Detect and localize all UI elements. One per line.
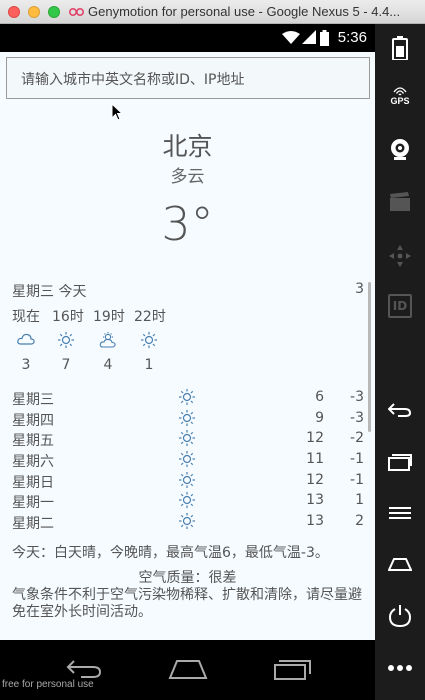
forecast-high: 9 [315,409,324,426]
forecast-low: -1 [350,471,364,488]
forecast-row: 星期日 12 -1 [12,470,364,491]
minimize-window-button[interactable] [28,6,40,18]
sun-icon [179,513,195,530]
sun-icon [179,492,195,509]
more-options-icon[interactable] [388,664,412,672]
current-temperature: 3° [161,197,214,251]
city-name: 北京 [162,132,213,161]
hourly-temp: 1 [144,357,154,373]
gps-icon [393,87,407,96]
battery-icon [320,30,329,46]
forecast-low: 1 [355,492,364,509]
zoom-window-button[interactable] [48,6,60,18]
back-icon[interactable] [388,402,412,418]
hourly-label: 22时 [134,309,166,325]
forecast-high: 12 [306,471,324,488]
status-time: 5:36 [337,29,367,46]
today-label: 星期三 今天 [12,284,87,300]
sun-icon [179,430,195,447]
nav-recents-icon[interactable] [274,658,312,680]
forecast-low: -3 [350,389,364,405]
menu-icon[interactable] [388,506,412,520]
emulator-side-panel: GPS ID [375,24,425,700]
forecast-high: 12 [306,430,324,447]
hourly-temp: 3 [21,357,31,373]
sun-icon [179,389,195,405]
sun-icon [179,471,195,488]
nav-home-icon[interactable] [168,658,208,680]
forecast-high: 13 [306,513,324,530]
forecast-icon [179,513,195,533]
android-status-bar: 5:36 [0,24,375,52]
home-icon[interactable] [388,557,412,571]
forecast-icon [179,430,195,450]
today-summary: 今天：白天晴，今晚晴，最高气温6，最低气温-3。 [12,545,329,561]
health-advice: 气象条件不利于空气污染物稀释、扩散和清除，请尽量避免在室外长时间活动。 [12,587,362,620]
forecast-list: 星期三 6 -3 星期四 9 -3 星期五 12 -2 星期六 11 -1 星期日 12 -1 星期一 13 1 星… [12,387,364,532]
forecast-high: 11 [306,451,324,468]
weather-app: 请输入城市中英文名称或ID、IP地址 北京 多云 3° 星期三 今天 3 现在 … [0,52,375,640]
forecast-row: 星期六 11 -1 [12,449,364,470]
window-titlebar: Genymotion for personal use - Google Nex… [0,0,425,24]
hourly-label: 现在 [12,309,40,325]
gps-label: GPS [390,96,410,106]
forecast-icon [179,492,195,512]
forecast-icon [179,471,195,492]
forecast-icon [179,409,195,430]
forecast-icon [179,389,195,409]
wifi-icon [282,31,300,44]
forecast-low: -1 [350,451,364,468]
sun-icon [179,451,195,468]
battery-widget-icon[interactable] [392,36,408,60]
today-value: 3 [355,281,364,297]
forecast-day: 星期六 [12,454,54,471]
forecast-day: 星期日 [12,474,54,491]
forecast-day: 星期四 [12,412,54,429]
scrollbar[interactable] [368,282,371,432]
hourly-label: 19时 [93,309,125,325]
partly-cloudy-icon [99,332,116,348]
hourly-temp: 7 [61,357,71,373]
hourly-temp: 4 [103,357,113,373]
recent-apps-icon[interactable] [388,453,412,471]
forecast-high: 13 [306,492,324,509]
sun-icon [141,332,157,348]
forecast-row: 星期二 13 2 [12,511,364,532]
air-quality: 空气质量：很差 [138,570,237,586]
dpad-icon[interactable] [389,245,411,267]
window-title: Genymotion for personal use - Google Nex… [88,4,401,19]
close-window-button[interactable] [8,6,20,18]
sun-icon [58,332,74,348]
forecast-row: 星期五 12 -2 [12,428,364,449]
cloudy-icon [17,333,35,345]
webcam-icon[interactable] [388,137,412,161]
forecast-day: 星期二 [12,516,54,533]
current-weather: 多云 [170,167,205,187]
city-search-input[interactable]: 请输入城市中英文名称或ID、IP地址 [6,57,370,99]
forecast-row: 星期一 13 1 [12,490,364,511]
power-icon[interactable] [388,604,412,628]
forecast-row: 星期四 9 -3 [12,408,364,429]
genymotion-logo-icon [69,8,84,16]
forecast-row: 星期三 6 -3 [12,387,364,408]
forecast-high: 6 [315,389,324,405]
forecast-day: 星期一 [12,495,54,512]
screencast-icon[interactable] [389,192,411,212]
device-id-button[interactable]: ID [388,294,412,318]
watermark-text: free for personal use [2,679,94,690]
gps-widget-button[interactable]: GPS [375,86,425,106]
forecast-low: -2 [350,430,364,447]
mouse-cursor-icon [111,103,123,121]
hourly-label: 16时 [52,309,84,325]
nav-back-icon[interactable] [65,658,103,680]
sun-icon [179,409,195,426]
android-nav-bar [0,640,375,700]
cell-signal-icon [302,30,316,44]
forecast-day: 星期五 [12,433,54,450]
forecast-day: 星期三 [12,392,54,408]
forecast-icon [179,451,195,471]
forecast-low: -3 [350,409,364,426]
forecast-low: 2 [355,513,364,530]
